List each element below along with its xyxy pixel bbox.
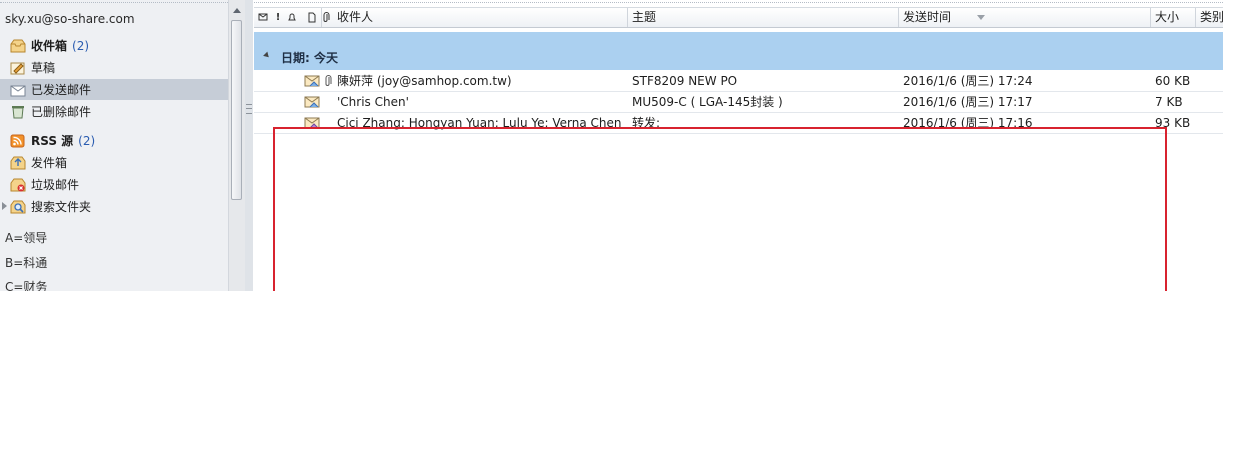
attachment-icon[interactable] [321, 12, 331, 23]
column-to[interactable]: 收件人 [333, 8, 628, 27]
column-category[interactable]: 类别 [1196, 8, 1223, 27]
folder-junk[interactable]: 垃圾邮件 [0, 174, 228, 195]
sent-mail-icon [304, 75, 320, 87]
folder-label: 已删除邮件 [31, 105, 92, 119]
attachment-icon [325, 75, 332, 86]
folder-label: 收件箱 [31, 39, 68, 53]
sent-items-icon [10, 85, 26, 96]
row-to: 陳妍萍 (joy@samhop.com.tw) [337, 74, 512, 88]
folder-drafts[interactable]: 草稿 [0, 57, 228, 78]
rss-icon [10, 134, 25, 147]
row-size: 7 KB [1155, 95, 1183, 109]
sort-descending-icon [976, 15, 985, 20]
scrollbar-thumb[interactable] [231, 20, 242, 200]
table-row[interactable]: 'Chris Chen' MU509-C ( LGA-145封装 ) 2016/… [254, 92, 1223, 113]
sent-mail-icon [304, 96, 320, 108]
column-sent-label: 发送时间 [903, 10, 952, 24]
row-sent: 2016/1/6 (周三) 17:17 [903, 95, 1033, 109]
blank-area [0, 291, 1240, 460]
unread-count: (2) [78, 133, 96, 148]
group-label: 日期: 今天 [281, 51, 338, 65]
folder-rss-feeds[interactable]: RSS 源 (2) [0, 130, 228, 151]
column-subject[interactable]: 主题 [628, 8, 899, 27]
divider [254, 2, 1223, 3]
folder-sent-items[interactable]: 已发送邮件 [0, 79, 228, 100]
splitter-grip-icon[interactable] [246, 104, 252, 114]
column-header-bar: ! 收件人 主题 发送时间 大小 类别 [254, 7, 1223, 28]
outbox-icon [10, 156, 26, 169]
importance-icon[interactable] [258, 12, 268, 23]
deleted-items-icon [12, 105, 24, 118]
account-name[interactable]: sky.xu@so-share.com [5, 12, 135, 26]
expand-arrow-icon[interactable] [2, 202, 7, 210]
divider [0, 2, 228, 3]
folder-label: RSS 源 [31, 134, 74, 148]
unread-count: (2) [72, 38, 90, 53]
folder-label: 发件箱 [31, 156, 68, 170]
row-size: 60 KB [1155, 74, 1191, 88]
column-size[interactable]: 大小 [1151, 8, 1196, 27]
row-to: 'Chris Chen' [337, 95, 409, 109]
folder-inbox[interactable]: 收件箱 (2) [0, 35, 228, 56]
row-sent: 2016/1/6 (周三) 17:24 [903, 74, 1033, 88]
folder-deleted-items[interactable]: 已删除邮件 [0, 101, 228, 122]
category-label[interactable]: A=领导 [5, 229, 47, 246]
folder-label: 草稿 [31, 61, 56, 75]
folder-label: 已发送邮件 [31, 83, 92, 97]
junk-icon [10, 178, 26, 191]
navigation-scrollbar[interactable] [228, 0, 245, 291]
reminder-icon[interactable] [287, 12, 297, 23]
category-label[interactable]: B=科通 [5, 254, 47, 271]
date-group-header[interactable]: 日期: 今天 [254, 32, 1223, 70]
priority-icon[interactable]: ! [273, 12, 283, 23]
inbox-icon [10, 39, 26, 52]
navigation-pane: sky.xu@so-share.com 收件箱 (2) 草稿 已发送邮件 已删除… [0, 0, 228, 291]
row-subject: STF8209 NEW PO [632, 74, 738, 88]
category-label[interactable]: C=财务 [5, 278, 47, 291]
row-subject: MU509-C ( LGA-145封装 ) [632, 95, 783, 109]
folder-search-folders[interactable]: 搜索文件夹 [0, 196, 228, 217]
pane-splitter[interactable] [245, 0, 253, 291]
folder-outbox[interactable]: 发件箱 [0, 152, 228, 173]
document-icon[interactable] [307, 12, 317, 23]
folder-label: 搜索文件夹 [31, 200, 92, 214]
search-folder-icon [10, 200, 26, 213]
drafts-icon [10, 62, 25, 74]
column-sent[interactable]: 发送时间 [899, 8, 1151, 27]
folder-label: 垃圾邮件 [31, 178, 80, 192]
collapse-arrow-icon[interactable] [263, 51, 271, 60]
table-row[interactable]: 陳妍萍 (joy@samhop.com.tw) STF8209 NEW PO 2… [254, 71, 1223, 92]
scroll-up-icon[interactable] [233, 8, 241, 13]
